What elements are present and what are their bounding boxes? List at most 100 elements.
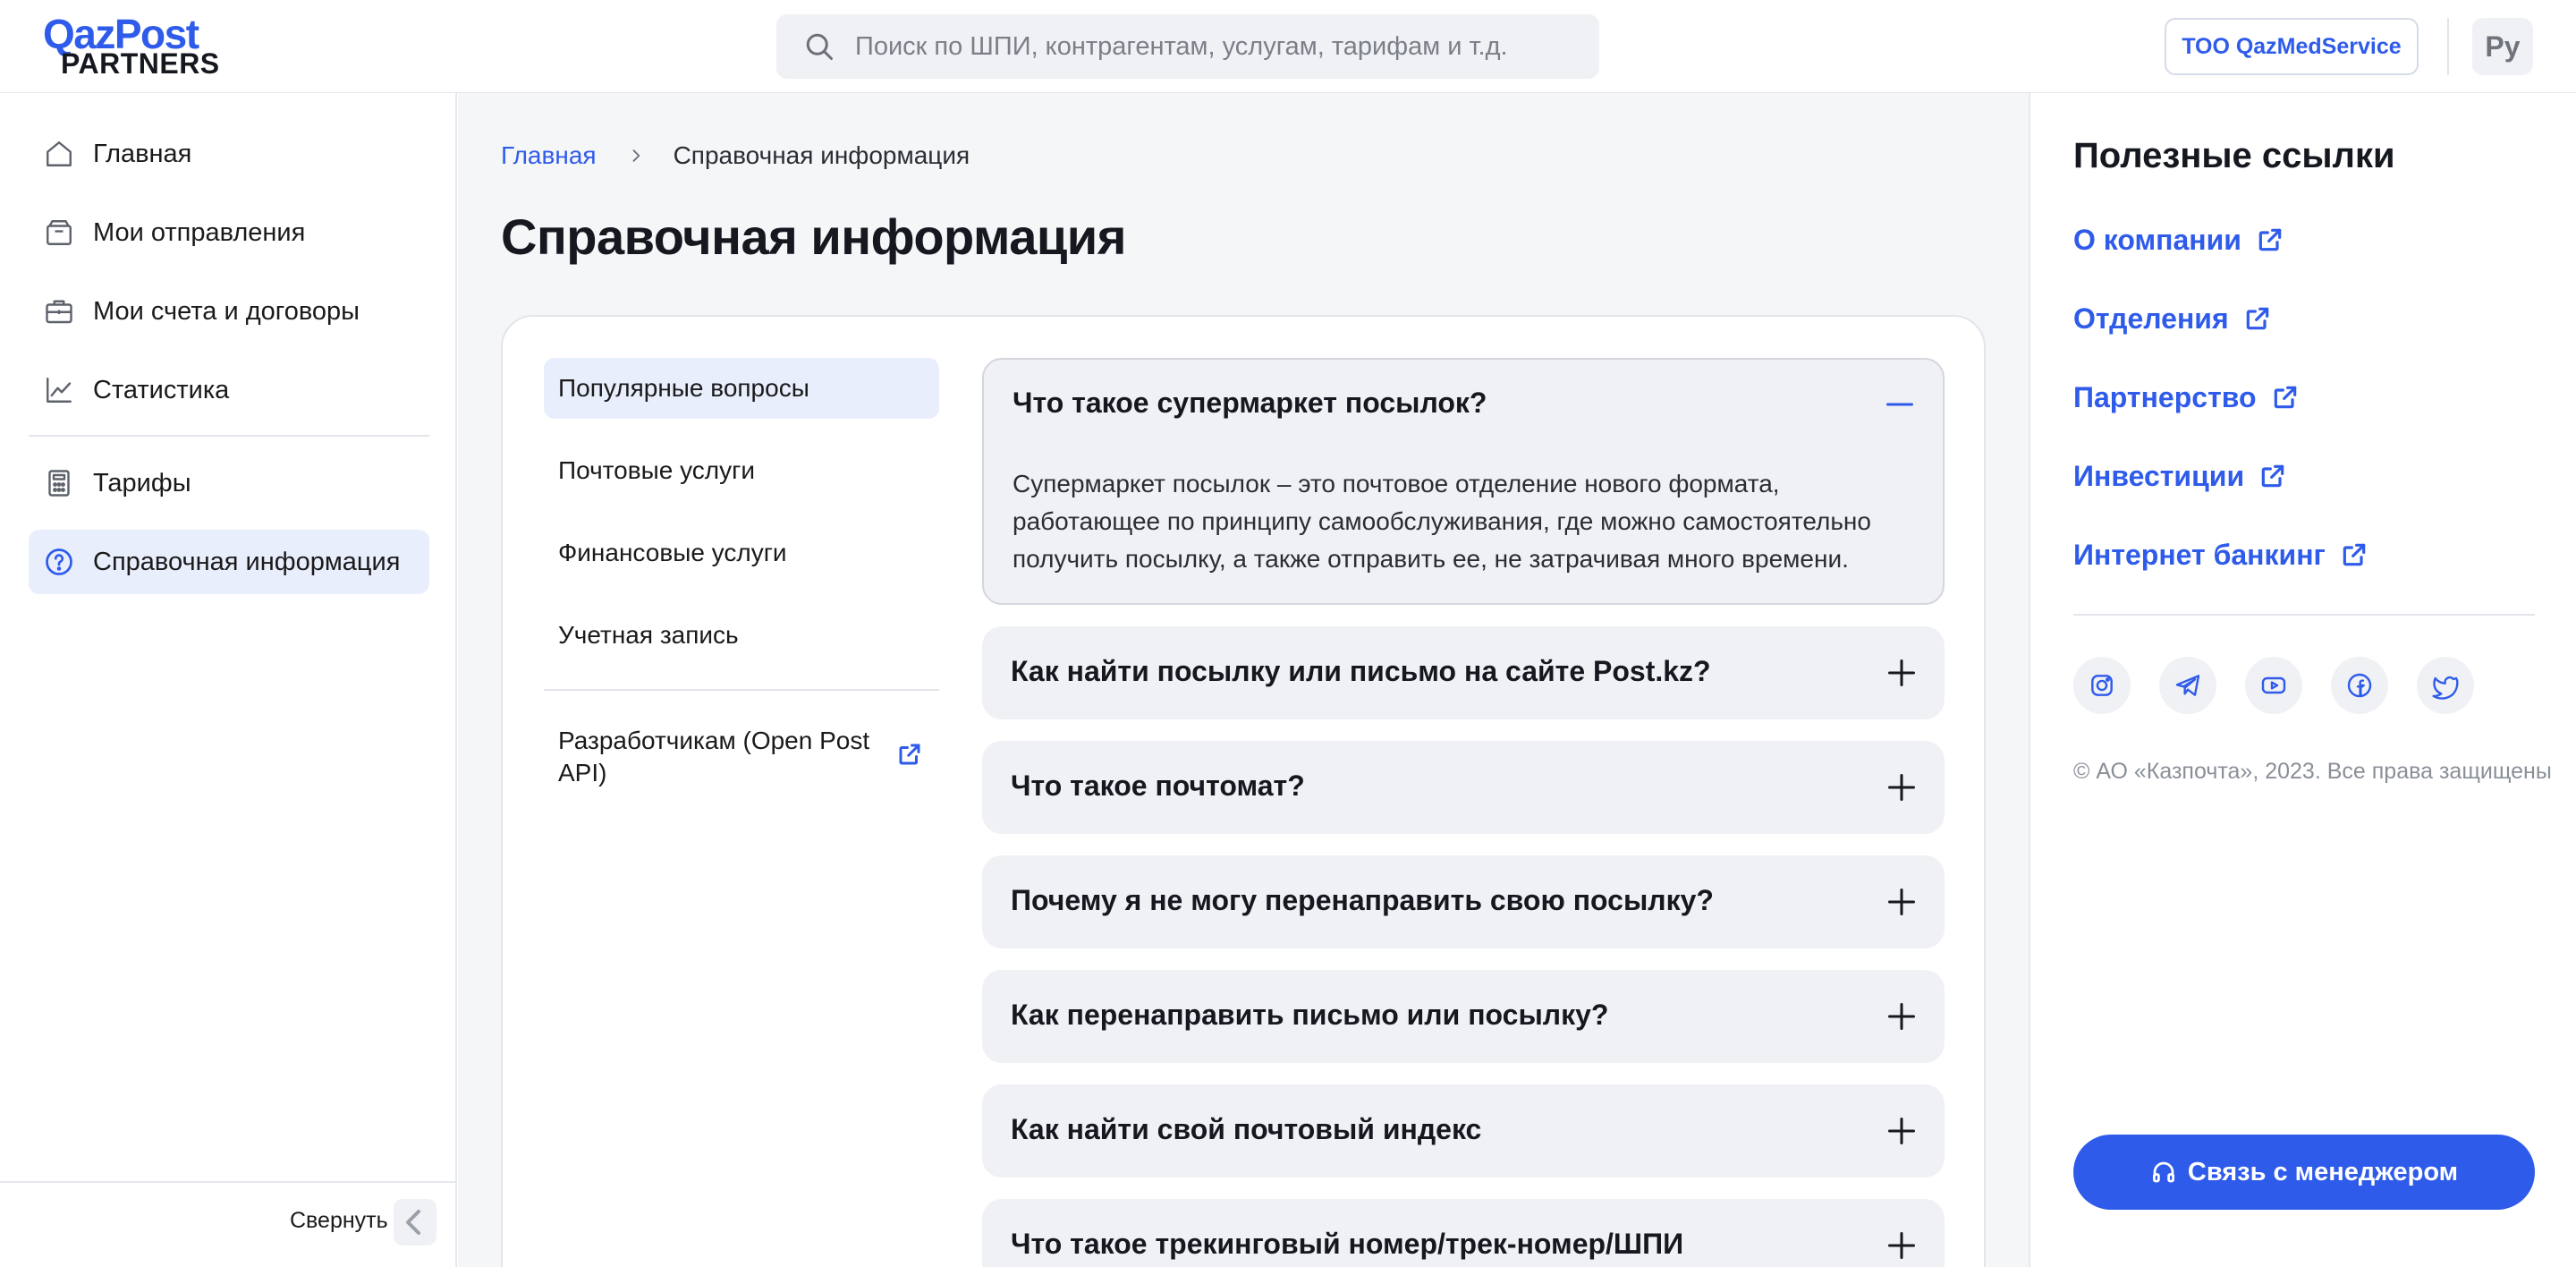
sidebar-item-label: Мои отправления <box>93 217 306 247</box>
sidebar-item-statistics[interactable]: Статистика <box>29 358 429 422</box>
category-popular[interactable]: Популярные вопросы <box>544 358 939 419</box>
links-divider <box>2073 614 2535 616</box>
search-icon <box>806 33 833 60</box>
twitter-icon <box>2432 676 2459 700</box>
sidebar-item-label: Статистика <box>93 375 230 404</box>
plus-icon[interactable] <box>1885 1229 1918 1262</box>
faq-question: Как найти свой почтовый индекс <box>1011 1113 1482 1145</box>
social-facebook[interactable] <box>2331 657 2388 714</box>
search-input[interactable] <box>855 14 1571 79</box>
external-link-icon <box>2258 228 2282 251</box>
external-link-icon <box>2274 386 2296 409</box>
sidebar-item-help[interactable]: Справочная информация <box>29 530 429 594</box>
help-card: Популярные вопросы Почтовые услуги Финан… <box>501 315 1986 1267</box>
language-button[interactable]: Ру <box>2472 18 2533 75</box>
social-twitter[interactable] <box>2417 657 2474 714</box>
faq-question: Что такое трекинговый номер/трек-номер/Ш… <box>1011 1228 1684 1260</box>
chevron-right-icon <box>632 149 640 162</box>
sidebar-item-tariffs[interactable]: Тарифы <box>29 451 429 515</box>
link-branches[interactable]: Отделения <box>2073 299 2272 338</box>
top-header: QazPost PARTNERS ТОО QazMedService Ру <box>0 0 2576 93</box>
contact-manager-label: Связь с менеджером <box>2187 1157 2459 1186</box>
faq-item[interactable]: Как найти свой почтовый индекс <box>982 1084 1945 1178</box>
collapse-label[interactable]: Свернуть <box>290 1208 388 1234</box>
faq-item[interactable]: Что такое почтомат? <box>982 741 1945 834</box>
faq-item[interactable]: Что такое трекинговый номер/трек-номер/Ш… <box>982 1199 1945 1267</box>
external-link-icon <box>899 744 920 765</box>
sidebar-item-label: Справочная информация <box>93 547 401 576</box>
plus-icon[interactable] <box>1885 657 1918 689</box>
category-label: Почтовые услуги <box>558 456 755 484</box>
chart-icon <box>47 378 72 403</box>
calculator-icon <box>48 470 70 497</box>
faq-question: Что такое почтомат? <box>1011 770 1305 802</box>
plus-icon[interactable] <box>1885 771 1918 804</box>
sidebar-item-shipments[interactable]: Мои отправления <box>29 200 429 265</box>
headphones-icon <box>2152 1161 2174 1183</box>
qazpost-partners-logo[interactable]: QazPost PARTNERS <box>43 13 222 80</box>
faq-item[interactable]: Как перенаправить письмо или посылку? <box>982 970 1945 1063</box>
left-sidebar: Главная Мои отправления Мои счета и дого… <box>0 93 457 1267</box>
sidebar-item-accounts[interactable]: Мои счета и договоры <box>29 279 429 344</box>
category-label: Популярные вопросы <box>558 374 809 402</box>
faq-question: Как перенаправить письмо или посылку? <box>1011 999 1609 1031</box>
category-divider <box>544 689 939 691</box>
faq-question: Почему я не могу перенаправить свою посы… <box>1011 884 1714 916</box>
page-title: Справочная информация <box>501 208 1126 265</box>
sidebar-divider <box>29 435 429 437</box>
minus-icon[interactable] <box>1884 388 1916 421</box>
box-icon <box>47 220 72 245</box>
social-youtube[interactable] <box>2245 657 2302 714</box>
instagram-icon <box>2091 675 2113 696</box>
plus-icon[interactable] <box>1885 1000 1918 1033</box>
external-link-icon <box>2246 307 2268 330</box>
link-label: Интернет банкинг <box>2073 538 2326 571</box>
faq-question: Как найти посылку или письмо на сайте Po… <box>1011 655 1711 687</box>
breadcrumb-current: Справочная информация <box>673 141 970 169</box>
category-postal[interactable]: Почтовые услуги <box>544 440 939 501</box>
link-internet-banking[interactable]: Интернет банкинг <box>2073 535 2368 574</box>
breadcrumb-home-link[interactable]: Главная <box>501 141 597 170</box>
home-icon <box>47 141 72 166</box>
company-switch-button[interactable]: ТОО QazMedService <box>2165 18 2419 75</box>
faq-item[interactable]: Почему я не могу перенаправить свою посы… <box>982 855 1945 948</box>
logo-subtitle: PARTNERS <box>61 47 220 80</box>
category-label: Учетная запись <box>558 621 739 649</box>
facebook-icon <box>2347 673 2372 698</box>
category-financial[interactable]: Финансовые услуги <box>544 523 939 583</box>
help-icon <box>46 548 72 575</box>
developer-api-link[interactable]: Разработчикам (Open Post API) <box>544 725 939 796</box>
social-telegram[interactable] <box>2159 657 2216 714</box>
collapse-sidebar-button[interactable] <box>394 1199 436 1246</box>
sidebar-footer-divider <box>0 1181 457 1183</box>
youtube-icon <box>2261 676 2286 694</box>
copyright-text: © АО «Казпочта», 2023. Все права защищен… <box>2073 759 2552 784</box>
sidebar-item-label: Тарифы <box>93 468 191 497</box>
sidebar-item-home[interactable]: Главная <box>29 122 429 186</box>
link-label: Отделения <box>2073 302 2229 335</box>
sidebar-item-label: Мои счета и договоры <box>93 296 360 326</box>
category-label: Финансовые услуги <box>558 539 787 566</box>
briefcase-icon <box>46 300 72 324</box>
useful-links-panel: Полезные ссылки О компании Отделения Пар… <box>2029 93 2576 1267</box>
plus-icon[interactable] <box>1885 886 1918 918</box>
external-link-icon <box>2343 543 2366 566</box>
faq-item[interactable]: Как найти посылку или письмо на сайте Po… <box>982 626 1945 719</box>
link-investments[interactable]: Инвестиции <box>2073 456 2287 496</box>
main-content: Главная Справочная информация Справочная… <box>458 93 2029 1267</box>
breadcrumb: Главная Справочная информация <box>501 136 970 175</box>
link-about[interactable]: О компании <box>2073 220 2284 259</box>
faq-question: Что такое супермаркет посылок? <box>1013 387 1487 419</box>
social-instagram[interactable] <box>2073 657 2131 714</box>
category-account[interactable]: Учетная запись <box>544 605 939 666</box>
link-partnership[interactable]: Партнерство <box>2073 378 2300 417</box>
sidebar-item-label: Главная <box>93 139 192 168</box>
faq-item-open[interactable]: Что такое супермаркет посылок? Супермарк… <box>982 358 1945 605</box>
chevron-left-icon <box>406 1210 420 1235</box>
faq-answer: Супермаркет посылок – это почтовое отдел… <box>1013 470 1871 573</box>
useful-links-title: Полезные ссылки <box>2073 136 2395 175</box>
developer-link-label: Разработчикам (Open Post API) <box>558 727 870 787</box>
contact-manager-button[interactable]: Связь с менеджером <box>2073 1135 2535 1210</box>
global-search[interactable] <box>776 14 1599 79</box>
plus-icon[interactable] <box>1885 1115 1918 1147</box>
